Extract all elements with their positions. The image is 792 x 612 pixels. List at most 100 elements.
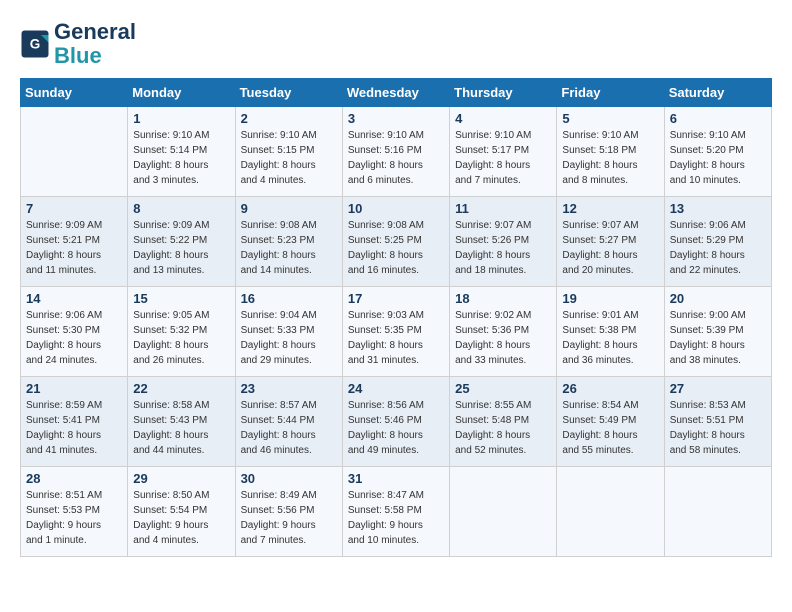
day-info: Sunrise: 8:49 AMSunset: 5:56 PMDaylight:… (241, 488, 337, 548)
calendar-cell: 9 Sunrise: 9:08 AMSunset: 5:23 PMDaylight… (235, 197, 342, 287)
calendar-cell: 14Sunrise: 9:06 AMSunset: 5:30 PMDayligh… (21, 287, 128, 377)
logo-icon: G (20, 29, 50, 59)
day-number: 31 (348, 471, 444, 486)
calendar-cell: 12 Sunrise: 9:07 AMSunset: 5:27 PMDayligh… (557, 197, 664, 287)
day-info: Sunrise: 9:04 AMSunset: 5:33 PMDaylight:… (241, 308, 337, 368)
calendar-cell: 31 Sunrise: 8:47 AMSunset: 5:58 PMDayligh… (342, 467, 449, 557)
calendar-cell (664, 467, 771, 557)
calendar-cell: 4Sunrise: 9:10 AMSunset: 5:17 PMDaylight… (450, 107, 557, 197)
day-info: Sunrise: 9:08 AMSunset: 5:23 PMDaylight:… (241, 218, 337, 278)
calendar-cell: 3Sunrise: 9:10 AMSunset: 5:16 PMDaylight… (342, 107, 449, 197)
day-number: 20 (670, 291, 766, 306)
day-info: Sunrise: 8:54 AMSunset: 5:49 PMDaylight:… (562, 398, 658, 458)
calendar-header-row: SundayMondayTuesdayWednesdayThursdayFrid… (21, 79, 772, 107)
calendar-cell: 20 Sunrise: 9:00 AMSunset: 5:39 PMDayligh… (664, 287, 771, 377)
day-info: Sunrise: 9:06 AMSunset: 5:29 PMDaylight:… (670, 218, 766, 278)
calendar-week-row: 14Sunrise: 9:06 AMSunset: 5:30 PMDayligh… (21, 287, 772, 377)
day-number: 7 (26, 201, 122, 216)
day-info: Sunrise: 9:07 AMSunset: 5:26 PMDaylight:… (455, 218, 551, 278)
day-info: Sunrise: 9:10 AMSunset: 5:15 PMDaylight:… (241, 128, 337, 188)
day-info: Sunrise: 9:01 AMSunset: 5:38 PMDaylight:… (562, 308, 658, 368)
calendar-cell: 6 Sunrise: 9:10 AMSunset: 5:20 PMDaylight… (664, 107, 771, 197)
day-info: Sunrise: 8:56 AMSunset: 5:46 PMDaylight:… (348, 398, 444, 458)
day-number: 27 (670, 381, 766, 396)
day-number: 10 (348, 201, 444, 216)
day-info: Sunrise: 8:47 AMSunset: 5:58 PMDaylight:… (348, 488, 444, 548)
calendar-cell: 29 Sunrise: 8:50 AMSunset: 5:54 PMDayligh… (128, 467, 235, 557)
day-info: Sunrise: 9:10 AMSunset: 5:17 PMDaylight:… (455, 128, 551, 188)
calendar-cell: 23Sunrise: 8:57 AMSunset: 5:44 PMDayligh… (235, 377, 342, 467)
weekday-header-sunday: Sunday (21, 79, 128, 107)
calendar-cell: 27 Sunrise: 8:53 AMSunset: 5:51 PMDayligh… (664, 377, 771, 467)
day-info: Sunrise: 9:08 AMSunset: 5:25 PMDaylight:… (348, 218, 444, 278)
day-number: 3 (348, 111, 444, 126)
calendar-cell: 26 Sunrise: 8:54 AMSunset: 5:49 PMDayligh… (557, 377, 664, 467)
day-number: 18 (455, 291, 551, 306)
weekday-header-tuesday: Tuesday (235, 79, 342, 107)
day-number: 2 (241, 111, 337, 126)
calendar-cell: 2 Sunrise: 9:10 AMSunset: 5:15 PMDaylight… (235, 107, 342, 197)
day-number: 13 (670, 201, 766, 216)
calendar-cell: 1 Sunrise: 9:10 AMSunset: 5:14 PMDaylight… (128, 107, 235, 197)
calendar-cell: 5Sunrise: 9:10 AMSunset: 5:18 PMDaylight… (557, 107, 664, 197)
day-info: Sunrise: 9:09 AMSunset: 5:21 PMDaylight:… (26, 218, 122, 278)
calendar-cell: 11 Sunrise: 9:07 AMSunset: 5:26 PMDayligh… (450, 197, 557, 287)
calendar-cell: 18 Sunrise: 9:02 AMSunset: 5:36 PMDayligh… (450, 287, 557, 377)
day-info: Sunrise: 9:00 AMSunset: 5:39 PMDaylight:… (670, 308, 766, 368)
calendar-cell (450, 467, 557, 557)
day-number: 22 (133, 381, 229, 396)
day-info: Sunrise: 9:03 AMSunset: 5:35 PMDaylight:… (348, 308, 444, 368)
calendar-cell: 15 Sunrise: 9:05 AMSunset: 5:32 PMDayligh… (128, 287, 235, 377)
calendar-cell: 21 Sunrise: 8:59 AMSunset: 5:41 PMDayligh… (21, 377, 128, 467)
day-number: 21 (26, 381, 122, 396)
logo-text: GeneralBlue (54, 20, 136, 68)
calendar-cell: 28Sunrise: 8:51 AMSunset: 5:53 PMDayligh… (21, 467, 128, 557)
calendar-cell (21, 107, 128, 197)
day-number: 6 (670, 111, 766, 126)
calendar-cell (557, 467, 664, 557)
day-number: 24 (348, 381, 444, 396)
day-number: 16 (241, 291, 337, 306)
day-info: Sunrise: 8:51 AMSunset: 5:53 PMDaylight:… (26, 488, 122, 548)
day-number: 25 (455, 381, 551, 396)
weekday-header-saturday: Saturday (664, 79, 771, 107)
day-number: 1 (133, 111, 229, 126)
day-info: Sunrise: 9:07 AMSunset: 5:27 PMDaylight:… (562, 218, 658, 278)
day-number: 14 (26, 291, 122, 306)
logo: G GeneralBlue (20, 20, 136, 68)
calendar-cell: 19 Sunrise: 9:01 AMSunset: 5:38 PMDayligh… (557, 287, 664, 377)
day-info: Sunrise: 9:10 AMSunset: 5:18 PMDaylight:… (562, 128, 658, 188)
calendar-cell: 16 Sunrise: 9:04 AMSunset: 5:33 PMDayligh… (235, 287, 342, 377)
calendar-cell: 8Sunrise: 9:09 AMSunset: 5:22 PMDaylight… (128, 197, 235, 287)
calendar-cell: 13 Sunrise: 9:06 AMSunset: 5:29 PMDayligh… (664, 197, 771, 287)
calendar-cell: 17 Sunrise: 9:03 AMSunset: 5:35 PMDayligh… (342, 287, 449, 377)
weekday-header-thursday: Thursday (450, 79, 557, 107)
day-number: 15 (133, 291, 229, 306)
day-info: Sunrise: 9:10 AMSunset: 5:14 PMDaylight:… (133, 128, 229, 188)
day-info: Sunrise: 8:53 AMSunset: 5:51 PMDaylight:… (670, 398, 766, 458)
day-info: Sunrise: 8:55 AMSunset: 5:48 PMDaylight:… (455, 398, 551, 458)
day-info: Sunrise: 8:57 AMSunset: 5:44 PMDaylight:… (241, 398, 337, 458)
day-info: Sunrise: 9:10 AMSunset: 5:20 PMDaylight:… (670, 128, 766, 188)
day-number: 30 (241, 471, 337, 486)
calendar-week-row: 1 Sunrise: 9:10 AMSunset: 5:14 PMDaylight… (21, 107, 772, 197)
calendar-cell: 10 Sunrise: 9:08 AMSunset: 5:25 PMDayligh… (342, 197, 449, 287)
day-number: 8 (133, 201, 229, 216)
day-number: 19 (562, 291, 658, 306)
calendar-table: SundayMondayTuesdayWednesdayThursdayFrid… (20, 78, 772, 557)
day-info: Sunrise: 8:59 AMSunset: 5:41 PMDaylight:… (26, 398, 122, 458)
day-number: 17 (348, 291, 444, 306)
day-number: 12 (562, 201, 658, 216)
day-info: Sunrise: 9:02 AMSunset: 5:36 PMDaylight:… (455, 308, 551, 368)
calendar-cell: 7 Sunrise: 9:09 AMSunset: 5:21 PMDaylight… (21, 197, 128, 287)
day-info: Sunrise: 8:58 AMSunset: 5:43 PMDaylight:… (133, 398, 229, 458)
calendar-week-row: 28Sunrise: 8:51 AMSunset: 5:53 PMDayligh… (21, 467, 772, 557)
day-info: Sunrise: 9:05 AMSunset: 5:32 PMDaylight:… (133, 308, 229, 368)
calendar-cell: 22 Sunrise: 8:58 AMSunset: 5:43 PMDayligh… (128, 377, 235, 467)
weekday-header-wednesday: Wednesday (342, 79, 449, 107)
day-number: 26 (562, 381, 658, 396)
day-number: 11 (455, 201, 551, 216)
day-info: Sunrise: 8:50 AMSunset: 5:54 PMDaylight:… (133, 488, 229, 548)
day-number: 29 (133, 471, 229, 486)
day-number: 9 (241, 201, 337, 216)
